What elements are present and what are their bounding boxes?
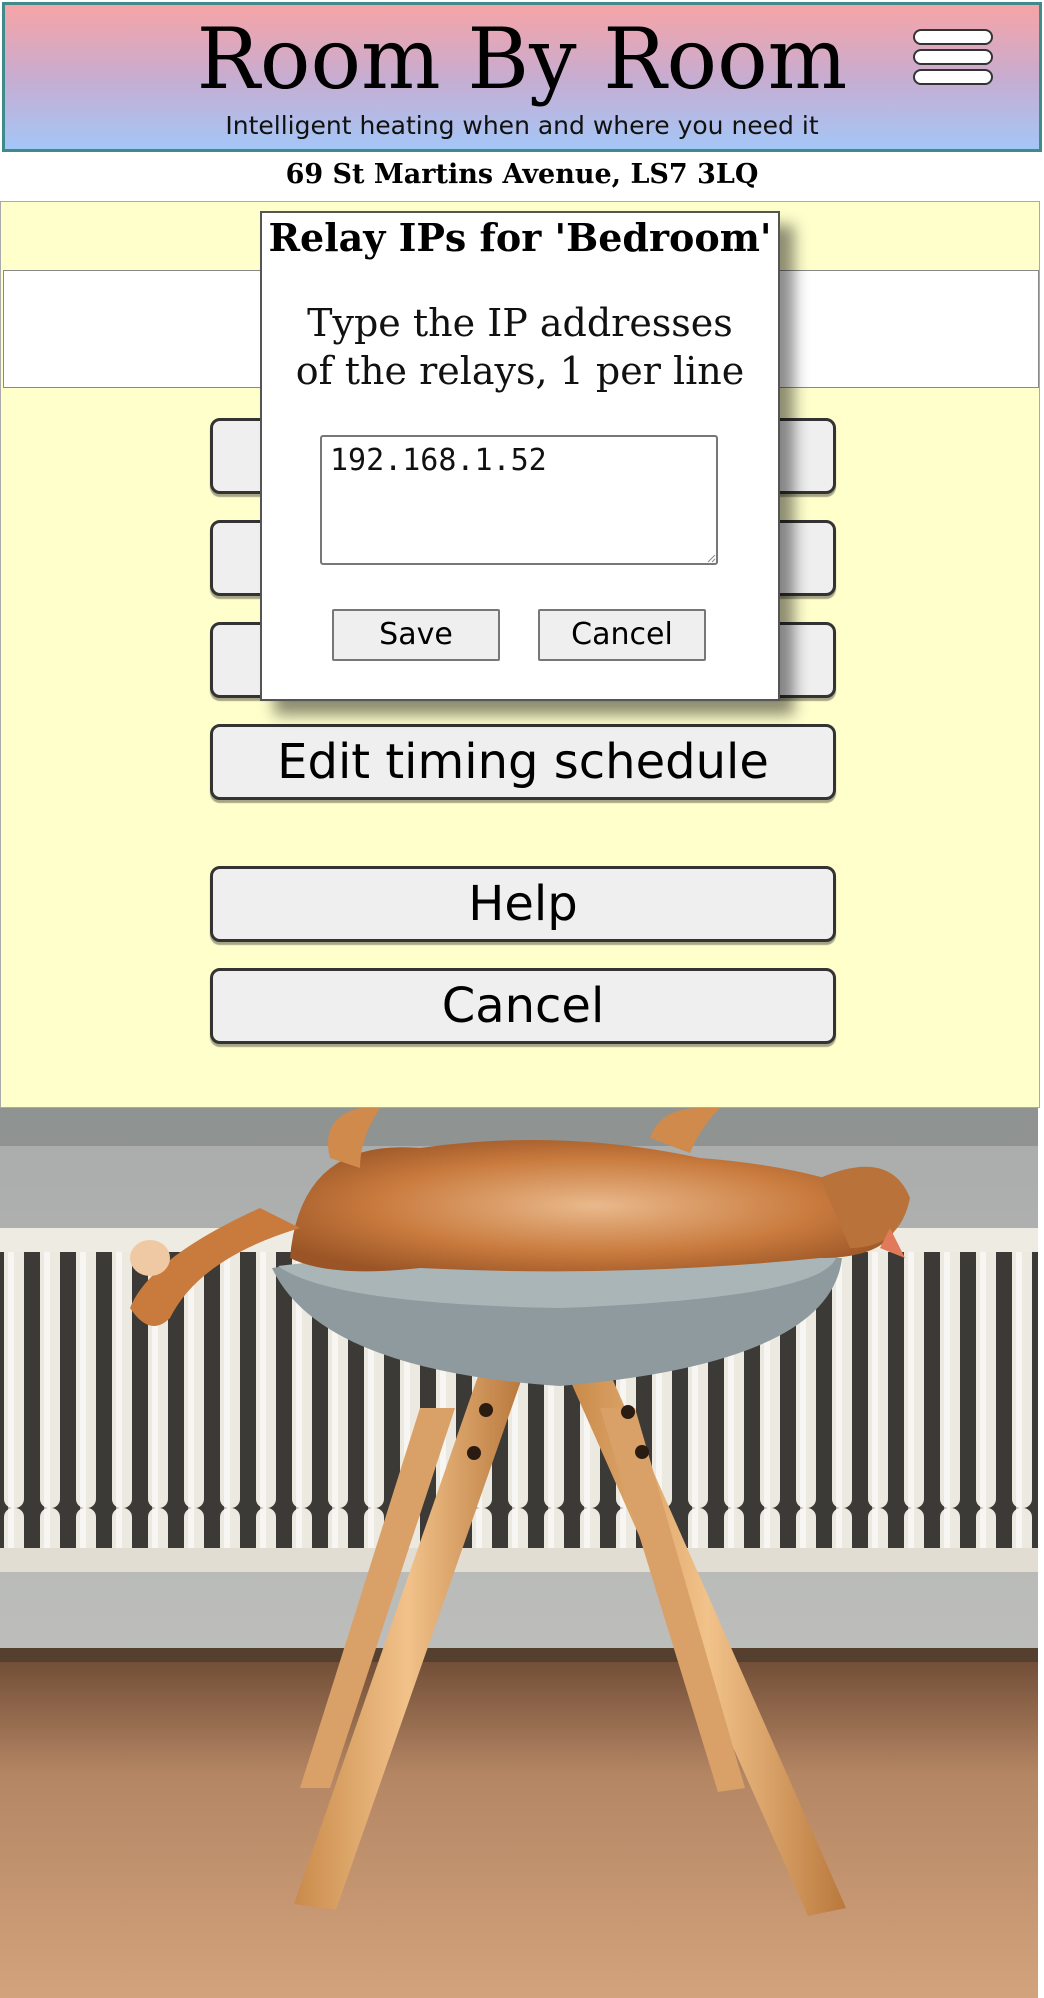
app-subtitle: Intelligent heating when and where you n… (225, 111, 819, 140)
resize-grip-icon[interactable] (706, 553, 716, 563)
app-title: Room By Room (196, 10, 848, 108)
help-button[interactable]: Help (210, 866, 836, 942)
cancel-button[interactable]: Cancel (538, 609, 706, 661)
menu-bar-bottom (913, 69, 993, 85)
cat-on-chair-photo (0, 1108, 1038, 1998)
edit-timing-schedule-button[interactable]: Edit timing schedule (210, 724, 836, 800)
menu-bar-middle (913, 49, 993, 65)
dialog-instructions-line-1: Type the IP addresses (307, 301, 733, 345)
dialog-instructions-line-2: of the relays, 1 per line (295, 349, 745, 393)
hamburger-menu-icon[interactable] (913, 29, 993, 89)
app-header: Room By Room Intelligent heating when an… (2, 2, 1042, 152)
relay-ip-textarea[interactable]: 192.168.1.52 (320, 435, 718, 565)
dialog-instructions: Type the IP addresses of the relays, 1 p… (272, 299, 768, 395)
menu-cancel-button[interactable]: Cancel (210, 968, 836, 1044)
dialog-title: Relay IPs for 'Bedroom' (268, 215, 772, 260)
home-address: 69 St Martins Avenue, LS7 3LQ (285, 159, 759, 190)
relay-ips-dialog: Relay IPs for 'Bedroom' Type the IP addr… (260, 211, 780, 701)
menu-bar-top (913, 29, 993, 45)
save-button[interactable]: Save (332, 609, 500, 661)
